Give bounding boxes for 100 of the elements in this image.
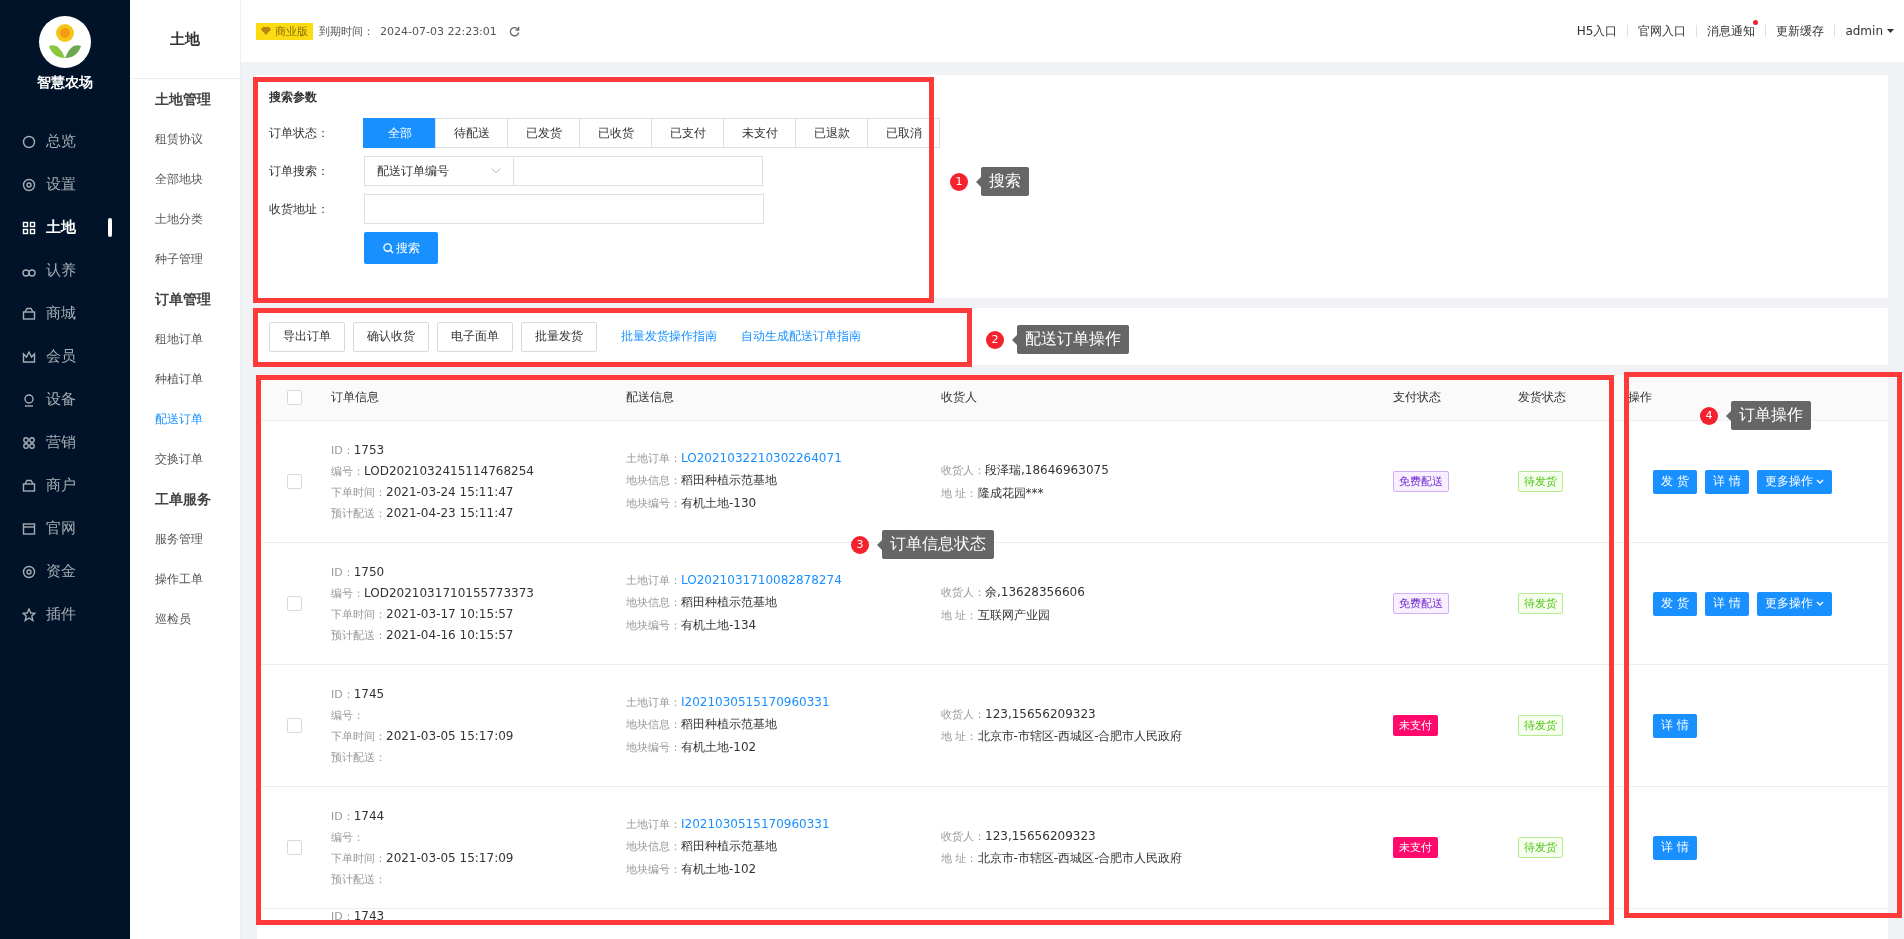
info-value: 稻田种植示范基地 — [681, 595, 777, 609]
callout-pointer — [1726, 410, 1731, 421]
info-label: 地块编号： — [626, 863, 681, 876]
header-link[interactable]: 更新缓存 — [1776, 22, 1825, 40]
shipping-status-tag: 待发货 — [1518, 471, 1563, 492]
shipping-status-tag: 待发货 — [1518, 715, 1563, 736]
submenu-group-title: 土地管理 — [154, 90, 212, 109]
toolbar-button[interactable]: 导出订单 — [269, 321, 345, 352]
submenu-item[interactable]: 土地分类 — [130, 199, 240, 239]
crown-icon — [22, 349, 36, 364]
nav-item[interactable]: 官网 — [0, 507, 130, 550]
info-label: 地块信息： — [626, 474, 681, 487]
submenu-item[interactable]: 服务管理 — [130, 519, 240, 559]
toolbar-button[interactable]: 确认收货 — [353, 321, 429, 352]
app-name: 智慧农场 — [37, 74, 93, 92]
info-label: ID： — [331, 687, 354, 701]
nav-item[interactable]: 资金 — [0, 550, 130, 593]
status-tab[interactable]: 已取消 — [867, 118, 940, 148]
nav-item[interactable]: 土地 — [0, 206, 130, 249]
callout-pointer — [1012, 334, 1017, 345]
status-tab[interactable]: 待配送 — [435, 118, 508, 148]
nav-item[interactable]: 插件 — [0, 593, 130, 636]
payment-status-tag: 未支付 — [1393, 715, 1438, 736]
info-value: 2021-03-17 10:15:57 — [386, 606, 514, 621]
info-label: 地 址： — [941, 729, 978, 743]
status-tab[interactable]: 未支付 — [723, 118, 796, 148]
select-all-checkbox[interactable] — [286, 390, 302, 405]
clover-icon — [22, 435, 36, 450]
active-indicator — [108, 218, 112, 237]
submenu-item[interactable]: 交换订单 — [130, 439, 240, 479]
info-label: 土地订单： — [626, 574, 681, 587]
callout-label: 配送订单操作 — [1017, 325, 1129, 354]
info-value: LOD2021032415114768254 — [364, 463, 534, 478]
submenu-item[interactable]: 种植订单 — [130, 359, 240, 399]
toolbar-button[interactable]: 电子面单 — [437, 321, 513, 352]
status-tab[interactable]: 已支付 — [651, 118, 724, 148]
info-value: 稻田种植示范基地 — [681, 717, 777, 731]
info-label: 编号： — [331, 708, 364, 722]
callout-label: 订单信息状态 — [882, 530, 994, 559]
info-label: 地块信息： — [626, 596, 681, 609]
search-type-select[interactable]: 配送订单编号 — [364, 156, 514, 186]
panel-title: 搜索参数 — [269, 89, 318, 106]
submenu-item[interactable]: 租赁协议 — [130, 119, 240, 159]
submenu-item[interactable]: 操作工单 — [130, 559, 240, 599]
refresh-icon[interactable] — [508, 25, 520, 37]
payment-status-tag: 免费配送 — [1393, 593, 1449, 614]
info-label: 预计配送： — [331, 506, 386, 520]
info-value: 2021-04-16 10:15:57 — [386, 627, 514, 642]
info-label: ID： — [331, 910, 354, 923]
info-value: 1745 — [353, 686, 385, 701]
nav-item[interactable]: 营销 — [0, 421, 130, 464]
header-link[interactable]: H5入口 — [1576, 22, 1618, 40]
column-header: 发货状态 — [1518, 389, 1567, 406]
info-value: 1743 — [353, 909, 385, 923]
header-link[interactable]: 官网入口 — [1638, 22, 1687, 40]
status-tab[interactable]: 已发货 — [507, 118, 580, 148]
payment-status-tag: 未支付 — [1393, 837, 1438, 858]
address-field[interactable] — [364, 194, 764, 224]
info-label: 收货人： — [941, 463, 985, 477]
info-value: 北京市-市辖区-西城区-合肥市人民政府 — [977, 728, 1183, 743]
basket-icon — [22, 306, 36, 321]
submenu-item[interactable]: 巡检员 — [130, 599, 240, 639]
status-tab[interactable]: 已退款 — [795, 118, 868, 148]
header-link[interactable]: 消息通知 — [1707, 22, 1756, 40]
info-label: 地 址： — [941, 486, 978, 500]
status-tab[interactable]: 已收货 — [579, 118, 652, 148]
grid-icon — [22, 220, 36, 235]
row-checkbox[interactable] — [286, 840, 302, 855]
field-label: 订单搜索： — [269, 162, 330, 180]
order-search-field[interactable] — [514, 156, 763, 186]
info-label: 下单时间： — [331, 485, 386, 499]
nav-item[interactable]: 商城 — [0, 292, 130, 335]
shipping-status-tag: 待发货 — [1518, 837, 1563, 858]
submenu-item[interactable]: 租地订单 — [130, 319, 240, 359]
row-checkbox[interactable] — [286, 718, 302, 733]
info-value: 有机土地-102 — [681, 862, 757, 876]
nav-item[interactable]: 设备 — [0, 378, 130, 421]
row-checkbox[interactable] — [286, 474, 302, 489]
nav-item[interactable]: 商户 — [0, 464, 130, 507]
info-label: 收货人： — [941, 829, 985, 843]
info-value: 段泽瑞,18646963075 — [985, 462, 1109, 477]
info-label: ID： — [331, 809, 354, 823]
nav-item[interactable]: 设置 — [0, 163, 130, 206]
submenu-item[interactable]: 种子管理 — [130, 239, 240, 279]
info-label: 预计配送： — [331, 872, 386, 886]
star-icon — [22, 607, 36, 622]
submenu-item[interactable]: 全部地块 — [130, 159, 240, 199]
row-checkbox[interactable] — [286, 596, 302, 611]
user-menu[interactable]: admin — [1845, 24, 1894, 38]
info-label: 地块信息： — [626, 718, 681, 731]
info-label: 下单时间： — [331, 729, 386, 743]
info-label: 编号： — [331, 586, 364, 600]
nav-item[interactable]: 认养 — [0, 249, 130, 292]
nav-item[interactable]: 会员 — [0, 335, 130, 378]
edition-badge: 商业版 — [256, 22, 313, 40]
nav-item[interactable]: 总览 — [0, 120, 130, 163]
column-header: 配送信息 — [626, 389, 675, 406]
callout-pointer — [976, 176, 981, 187]
toolbar-button[interactable]: 批量发货 — [521, 321, 597, 352]
store-icon — [22, 478, 36, 493]
